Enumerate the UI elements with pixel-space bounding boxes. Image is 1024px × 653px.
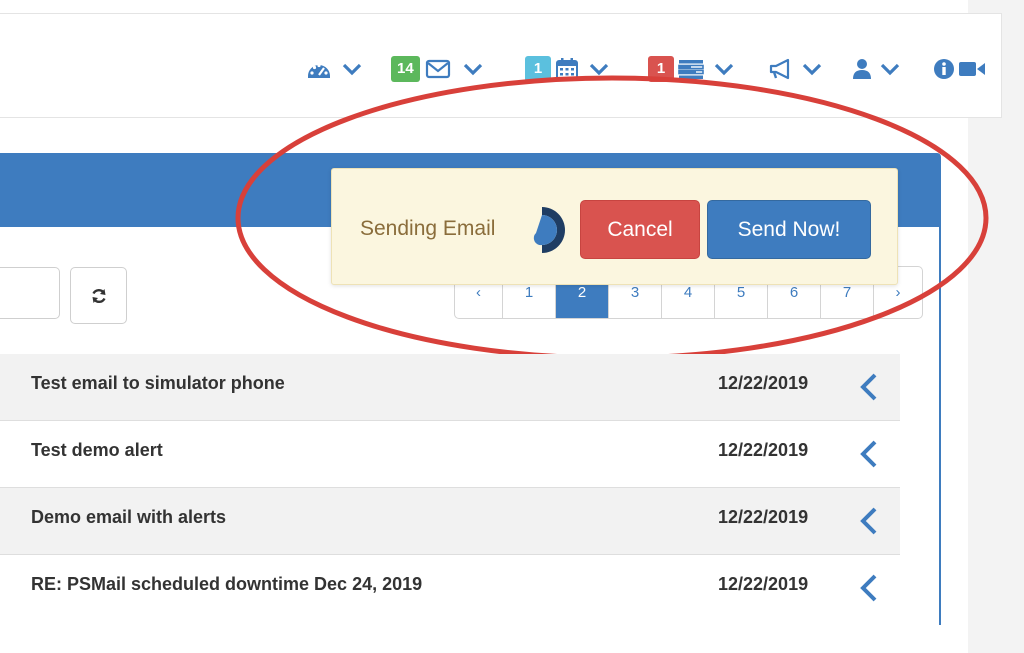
search-input[interactable] — [0, 267, 60, 319]
email-date: 12/22/2019 — [718, 440, 809, 460]
email-row[interactable]: Test demo alert 12/22/2019 — [0, 421, 900, 488]
nav-dashboard-dropdown[interactable] — [306, 54, 362, 84]
loading-spinner-icon — [533, 207, 565, 253]
chevron-down-icon — [880, 63, 900, 76]
refresh-icon — [91, 288, 106, 303]
chevron-left-icon[interactable] — [859, 506, 879, 536]
chevron-down-icon — [589, 63, 609, 76]
tasks-count-badge: 1 — [648, 56, 674, 82]
email-row[interactable]: RE: PSMail scheduled downtime Dec 24, 20… — [0, 555, 900, 622]
email-subject: Test email to simulator phone — [31, 373, 285, 393]
dashboard-icon — [308, 63, 330, 78]
chevron-left-icon[interactable] — [859, 372, 879, 402]
sending-email-message: Sending Email — [360, 217, 496, 240]
cancel-button[interactable]: Cancel — [580, 200, 700, 259]
nav-user-dropdown[interactable] — [852, 54, 900, 84]
envelope-icon — [425, 59, 450, 79]
top-navbar: 14 1 1 — [0, 13, 1002, 118]
video-camera-icon — [959, 62, 985, 76]
nav-calendar-dropdown[interactable]: 1 — [525, 54, 609, 84]
chevron-down-icon — [342, 63, 362, 76]
user-icon — [853, 59, 871, 79]
mail-count-badge: 14 — [391, 56, 420, 82]
nav-mail-dropdown[interactable]: 14 — [391, 54, 483, 84]
chevron-down-icon — [802, 63, 822, 76]
sending-email-popup: Sending Email Cancel Send Now! — [331, 168, 898, 285]
email-date: 12/22/2019 — [718, 507, 809, 527]
nav-video-button[interactable] — [958, 54, 986, 84]
panel-border — [939, 227, 941, 625]
send-now-button[interactable]: Send Now! — [707, 200, 871, 259]
email-list: Test email to simulator phone 12/22/2019… — [0, 354, 900, 622]
nav-announcements-dropdown[interactable] — [768, 54, 822, 84]
megaphone-icon — [769, 58, 790, 80]
chevron-down-icon — [463, 63, 482, 76]
refresh-button[interactable] — [70, 267, 127, 324]
email-subject: RE: PSMail scheduled downtime Dec 24, 20… — [31, 574, 423, 594]
email-date: 12/22/2019 — [718, 373, 809, 393]
chevron-left-icon[interactable] — [859, 573, 879, 603]
calendar-icon — [556, 58, 578, 80]
email-subject: Demo email with alerts — [31, 507, 227, 527]
info-icon — [934, 59, 954, 79]
calendar-count-badge: 1 — [525, 56, 551, 82]
email-subject: Test demo alert — [31, 440, 163, 460]
email-row[interactable]: Test email to simulator phone 12/22/2019 — [0, 354, 900, 421]
task-list-icon — [678, 60, 704, 79]
email-row[interactable]: Demo email with alerts 12/22/2019 — [0, 488, 900, 555]
email-date: 12/22/2019 — [718, 574, 809, 594]
nav-info-button[interactable] — [933, 54, 955, 84]
chevron-left-icon[interactable] — [859, 439, 879, 469]
nav-tasks-dropdown[interactable]: 1 — [648, 54, 734, 84]
chevron-down-icon — [714, 63, 734, 76]
